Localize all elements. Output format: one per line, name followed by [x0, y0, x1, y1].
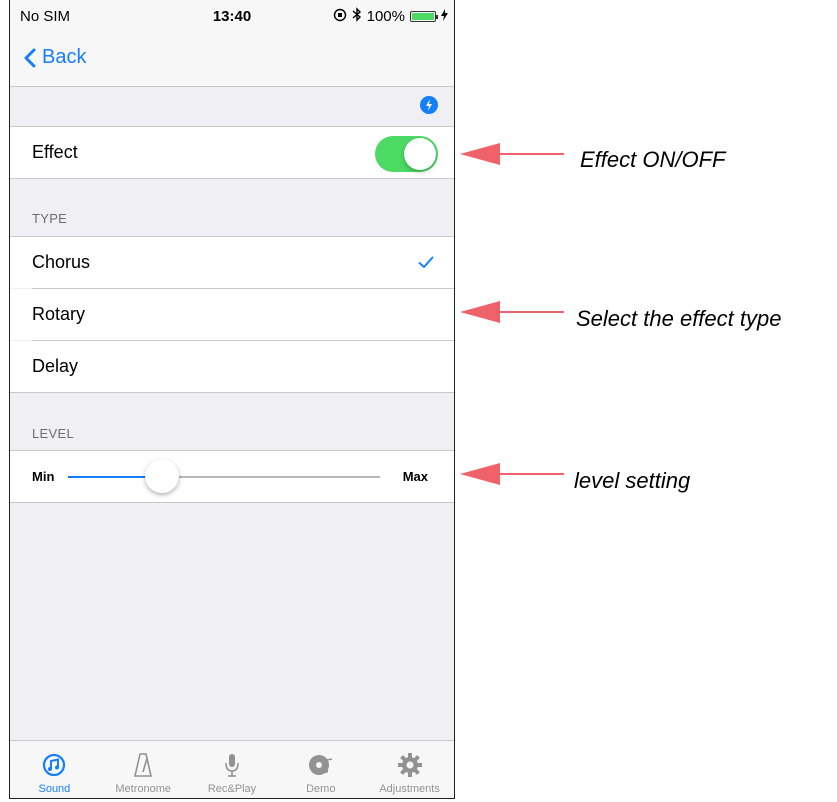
tab-rec-play[interactable]: Rec&Play: [188, 741, 277, 798]
type-section-header: TYPE: [32, 211, 68, 226]
demo-disc-icon: [307, 751, 335, 779]
level-slider-thumb[interactable]: [144, 459, 179, 493]
callout-arrow-type: [460, 301, 564, 323]
arrow-line: [500, 311, 564, 313]
effect-toggle[interactable]: [375, 136, 438, 172]
tab-label: Adjustments: [379, 783, 440, 795]
callout-select-effect-type: Select the effect type: [576, 306, 782, 331]
tab-sound[interactable]: Sound: [10, 741, 99, 798]
type-option-chorus[interactable]: Chorus: [10, 237, 454, 288]
charging-icon: [441, 8, 448, 25]
status-bar: No SIM 13:40 100%: [10, 0, 454, 30]
separator: [10, 392, 454, 393]
back-button[interactable]: Back: [24, 46, 86, 69]
tab-label: Metronome: [115, 783, 172, 795]
bluetooth-icon: [352, 7, 362, 26]
tab-demo[interactable]: Demo: [276, 741, 365, 798]
separator: [10, 502, 454, 503]
callout-effect-on-off: Effect ON/OFF: [580, 147, 726, 172]
toggle-knob: [404, 138, 436, 170]
arrow-line: [500, 473, 564, 475]
slider-min-label: Min: [32, 469, 55, 484]
tab-label: Demo: [306, 783, 336, 795]
microphone-icon: [223, 751, 241, 779]
tab-label: Rec&Play: [207, 783, 257, 795]
level-slider-row: Min Max: [10, 451, 454, 502]
battery-icon: [410, 11, 438, 22]
checkmark-icon: [418, 253, 434, 274]
option-label: Delay: [32, 356, 79, 376]
callout-arrow-level: [460, 463, 564, 485]
orientation-lock-icon: [333, 8, 347, 26]
type-option-delay[interactable]: Delay: [10, 341, 454, 392]
navigation-bar: Back: [10, 30, 454, 87]
tab-metronome[interactable]: Metronome: [99, 741, 188, 798]
separator: [10, 178, 454, 179]
battery-percent: 100%: [366, 8, 405, 25]
arrowhead: [460, 463, 500, 485]
tab-label: Sound: [38, 783, 71, 795]
option-label: Chorus: [32, 252, 91, 272]
gear-icon: [396, 751, 424, 779]
battery-fill: [412, 13, 434, 20]
option-label: Rotary: [32, 304, 86, 324]
effect-label: Effect: [32, 142, 78, 162]
arrowhead: [460, 301, 500, 323]
type-option-rotary[interactable]: Rotary: [10, 289, 454, 340]
arrowhead: [460, 143, 500, 165]
tab-bar: Sound Metronome Rec&Play Demo Adjustment…: [10, 740, 454, 798]
status-right: 100%: [333, 7, 448, 26]
back-label: Back: [42, 46, 87, 68]
metronome-icon: [133, 751, 153, 779]
sound-icon: [40, 751, 68, 779]
level-slider-track[interactable]: [68, 476, 380, 478]
effect-row: Effect: [10, 127, 454, 178]
slider-max-label: Max: [402, 469, 428, 484]
bluetooth-connected-icon: [420, 96, 438, 114]
phone-screen: No SIM 13:40 100% Back Effect TYPE Choru…: [9, 0, 455, 799]
tab-adjustments[interactable]: Adjustments: [365, 741, 454, 798]
callout-arrow-effect: [460, 143, 564, 165]
level-section-header: LEVEL: [32, 426, 74, 441]
callout-level-setting: level setting: [574, 468, 691, 493]
chevron-left-icon: [24, 48, 36, 67]
arrow-line: [500, 153, 564, 155]
